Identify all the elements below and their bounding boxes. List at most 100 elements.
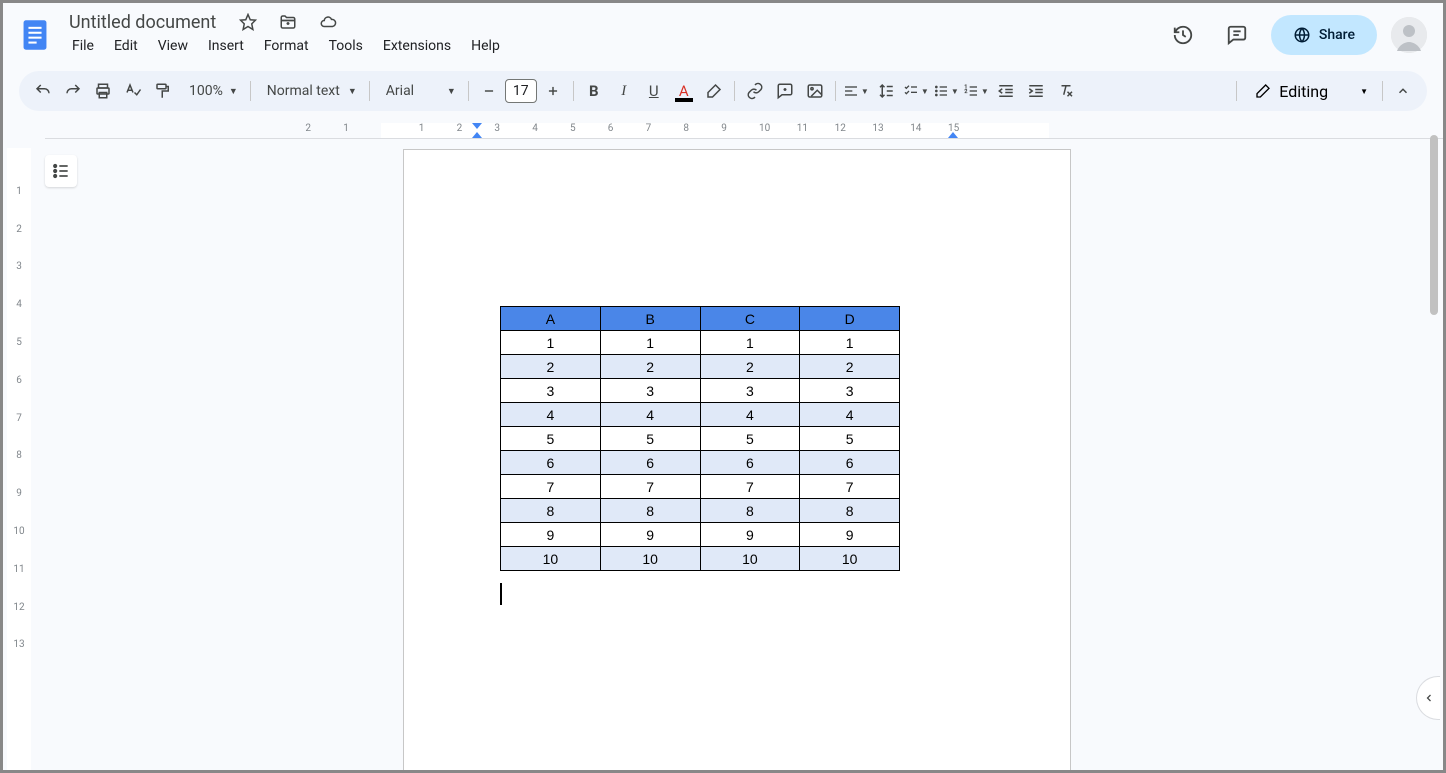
table-cell[interactable]: 10	[600, 547, 700, 571]
table-cell[interactable]: 2	[501, 355, 601, 379]
table-cell[interactable]: 5	[700, 427, 800, 451]
increase-indent-button[interactable]	[1022, 77, 1050, 105]
spellcheck-button[interactable]	[119, 77, 147, 105]
menu-extensions[interactable]: Extensions	[374, 36, 460, 60]
table-cell[interactable]: 2	[800, 355, 900, 379]
add-comment-button[interactable]	[771, 77, 799, 105]
table-cell[interactable]: 2	[600, 355, 700, 379]
font-dropdown[interactable]: Arial▼	[376, 77, 462, 105]
first-line-indent-marker[interactable]	[472, 123, 482, 129]
scrollbar[interactable]	[1428, 133, 1440, 767]
undo-button[interactable]	[29, 77, 57, 105]
highlight-button[interactable]	[700, 77, 728, 105]
move-icon[interactable]	[274, 12, 302, 32]
table-cell[interactable]: 5	[600, 427, 700, 451]
font-size-input[interactable]: 17	[505, 79, 537, 103]
align-button[interactable]: ▼	[842, 77, 870, 105]
share-button[interactable]: Share	[1271, 15, 1377, 55]
bulleted-list-button[interactable]: ▼	[932, 77, 960, 105]
table-cell[interactable]: 1	[800, 331, 900, 355]
collapse-toolbar-button[interactable]	[1389, 77, 1417, 105]
table-cell[interactable]: 9	[600, 523, 700, 547]
table-row[interactable]: 4444	[501, 403, 900, 427]
table-cell[interactable]: 5	[501, 427, 601, 451]
comments-icon[interactable]	[1217, 15, 1257, 55]
table-cell[interactable]: 8	[501, 499, 601, 523]
history-icon[interactable]	[1163, 15, 1203, 55]
table-row[interactable]: 3333	[501, 379, 900, 403]
table-row[interactable]: 2222	[501, 355, 900, 379]
menu-edit[interactable]: Edit	[105, 36, 147, 60]
document-scroll[interactable]: ABCD 11112222333344445555666677778888999…	[31, 135, 1443, 770]
increase-font-button[interactable]	[539, 77, 567, 105]
paint-format-button[interactable]	[149, 77, 177, 105]
table-row[interactable]: 7777	[501, 475, 900, 499]
table-cell[interactable]: 9	[800, 523, 900, 547]
table-cell[interactable]: 10	[800, 547, 900, 571]
table-cell[interactable]: 8	[800, 499, 900, 523]
table-cell[interactable]: 7	[600, 475, 700, 499]
docs-logo[interactable]	[15, 15, 55, 55]
table-cell[interactable]: 5	[800, 427, 900, 451]
underline-button[interactable]: U	[640, 77, 668, 105]
table-row[interactable]: 5555	[501, 427, 900, 451]
table-cell[interactable]: 6	[700, 451, 800, 475]
table-cell[interactable]: 6	[501, 451, 601, 475]
table-cell[interactable]: 7	[501, 475, 601, 499]
table-cell[interactable]: 3	[501, 379, 601, 403]
italic-button[interactable]: I	[610, 77, 638, 105]
menu-insert[interactable]: Insert	[199, 36, 253, 60]
table-row[interactable]: 9999	[501, 523, 900, 547]
table-cell[interactable]: 8	[700, 499, 800, 523]
print-button[interactable]	[89, 77, 117, 105]
checklist-button[interactable]: ▼	[902, 77, 930, 105]
table-header-cell[interactable]: B	[600, 307, 700, 331]
table-cell[interactable]: 4	[501, 403, 601, 427]
decrease-indent-button[interactable]	[992, 77, 1020, 105]
table-cell[interactable]: 8	[600, 499, 700, 523]
table-cell[interactable]: 10	[700, 547, 800, 571]
numbered-list-button[interactable]: 12▼	[962, 77, 990, 105]
table-header-cell[interactable]: A	[501, 307, 601, 331]
table-row[interactable]: 1111	[501, 331, 900, 355]
table-cell[interactable]: 3	[700, 379, 800, 403]
scrollbar-thumb[interactable]	[1430, 135, 1438, 315]
clear-formatting-button[interactable]	[1052, 77, 1080, 105]
table-cell[interactable]: 7	[800, 475, 900, 499]
outline-toggle-button[interactable]	[45, 155, 77, 187]
table-cell[interactable]: 9	[501, 523, 601, 547]
menu-help[interactable]: Help	[462, 36, 509, 60]
document-page[interactable]: ABCD 11112222333344445555666677778888999…	[403, 149, 1071, 770]
link-button[interactable]	[741, 77, 769, 105]
styles-dropdown[interactable]: Normal text▼	[257, 77, 363, 105]
cloud-status-icon[interactable]	[314, 12, 342, 32]
table-cell[interactable]: 2	[700, 355, 800, 379]
menu-view[interactable]: View	[149, 36, 197, 60]
table-cell[interactable]: 7	[700, 475, 800, 499]
decrease-font-button[interactable]	[475, 77, 503, 105]
table-row[interactable]: 6666	[501, 451, 900, 475]
star-icon[interactable]	[234, 12, 262, 32]
bold-button[interactable]: B	[580, 77, 608, 105]
table-header-cell[interactable]: C	[700, 307, 800, 331]
menu-tools[interactable]: Tools	[320, 36, 372, 60]
insert-image-button[interactable]	[801, 77, 829, 105]
table-cell[interactable]: 1	[700, 331, 800, 355]
table-cell[interactable]: 10	[501, 547, 601, 571]
table-cell[interactable]: 3	[800, 379, 900, 403]
table-cell[interactable]: 6	[600, 451, 700, 475]
table-cell[interactable]: 4	[800, 403, 900, 427]
text-color-button[interactable]: A	[670, 77, 698, 105]
table-cell[interactable]: 3	[600, 379, 700, 403]
table-cell[interactable]: 1	[600, 331, 700, 355]
table-row[interactable]: 10101010	[501, 547, 900, 571]
zoom-dropdown[interactable]: 100%▼	[179, 77, 244, 105]
menu-format[interactable]: Format	[255, 36, 318, 60]
redo-button[interactable]	[59, 77, 87, 105]
table-cell[interactable]: 4	[700, 403, 800, 427]
menu-file[interactable]: File	[63, 36, 103, 60]
table-cell[interactable]: 4	[600, 403, 700, 427]
table-cell[interactable]: 1	[501, 331, 601, 355]
table-cell[interactable]: 9	[700, 523, 800, 547]
table-cell[interactable]: 6	[800, 451, 900, 475]
